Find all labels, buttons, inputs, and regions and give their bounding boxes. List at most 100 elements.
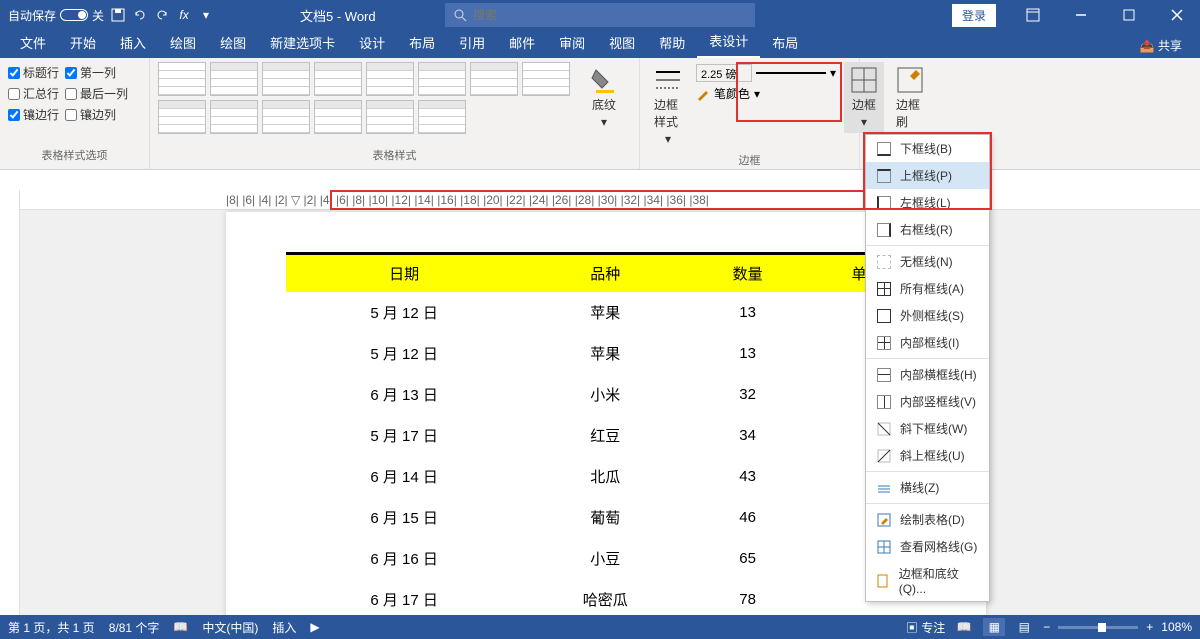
style-thumb[interactable] <box>210 100 258 134</box>
table-cell[interactable]: 78 <box>688 579 807 615</box>
style-thumb[interactable] <box>366 100 414 134</box>
table-cell[interactable]: 6 月 14 日 <box>286 456 522 497</box>
tab-draw2[interactable]: 绘图 <box>208 27 258 58</box>
table-cell[interactable]: 5 月 12 日 <box>286 333 522 374</box>
zoom-slider[interactable] <box>1058 626 1138 629</box>
tab-review[interactable]: 审阅 <box>547 27 597 58</box>
chk-first-col[interactable]: 第一列 <box>65 64 128 81</box>
style-thumb[interactable] <box>158 100 206 134</box>
th-qty[interactable]: 数量 <box>688 254 807 293</box>
ribbon-display-icon[interactable] <box>1010 0 1056 30</box>
table-row[interactable]: 5 月 12 日苹果13 <box>286 333 926 374</box>
table-cell[interactable]: 34 <box>688 415 807 456</box>
style-thumb[interactable] <box>418 62 466 96</box>
table-row[interactable]: 6 月 13 日小米32 <box>286 374 926 415</box>
dd-inside-v[interactable]: 内部竖框线(V) <box>866 388 989 415</box>
table-cell[interactable]: 6 月 13 日 <box>286 374 522 415</box>
style-thumb[interactable] <box>158 62 206 96</box>
dd-all-borders[interactable]: 所有框线(A) <box>866 275 989 302</box>
dd-right-border[interactable]: 右框线(R) <box>866 216 989 243</box>
tab-draw1[interactable]: 绘图 <box>158 27 208 58</box>
table-cell[interactable]: 小米 <box>522 374 688 415</box>
table-cell[interactable]: 32 <box>688 374 807 415</box>
table-row[interactable]: 6 月 17 日哈密瓜78 <box>286 579 926 615</box>
table-cell[interactable]: 北瓜 <box>522 456 688 497</box>
table-cell[interactable]: 43 <box>688 456 807 497</box>
tab-file[interactable]: 文件 <box>8 27 58 58</box>
style-thumb[interactable] <box>418 100 466 134</box>
data-table[interactable]: 日期 品种 数量 单价 5 月 12 日苹果135 月 12 日苹果136 月 … <box>286 252 926 615</box>
maximize-icon[interactable] <box>1106 0 1152 30</box>
dd-no-border[interactable]: 无框线(N) <box>866 248 989 275</box>
dd-draw-table[interactable]: 绘制表格(D) <box>866 506 989 533</box>
dd-left-border[interactable]: 左框线(L) <box>866 189 989 216</box>
style-thumb[interactable] <box>210 62 258 96</box>
table-cell[interactable]: 13 <box>688 333 807 374</box>
close-icon[interactable] <box>1154 0 1200 30</box>
focus-mode[interactable]: ▣ 专注 <box>906 619 945 636</box>
tab-ref[interactable]: 引用 <box>447 27 497 58</box>
dd-bottom-border[interactable]: 下框线(B) <box>866 135 989 162</box>
table-cell[interactable]: 6 月 15 日 <box>286 497 522 538</box>
status-macro-icon[interactable]: ▶ <box>310 620 319 634</box>
tab-home[interactable]: 开始 <box>58 27 108 58</box>
status-words[interactable]: 8/81 个字 <box>109 619 160 636</box>
minimize-icon[interactable] <box>1058 0 1104 30</box>
view-read-icon[interactable]: 📖 <box>953 618 975 636</box>
view-print-icon[interactable]: ▦ <box>983 618 1005 636</box>
tab-table-design[interactable]: 表设计 <box>697 25 760 58</box>
chk-banded-row[interactable]: 镶边行 <box>8 106 59 123</box>
style-thumb[interactable] <box>262 100 310 134</box>
dd-outside-borders[interactable]: 外侧框线(S) <box>866 302 989 329</box>
table-cell[interactable]: 6 月 16 日 <box>286 538 522 579</box>
style-thumb[interactable] <box>366 62 414 96</box>
dd-borders-dialog[interactable]: 边框和底纹(Q)... <box>866 560 989 601</box>
table-cell[interactable]: 13 <box>688 292 807 333</box>
dd-diag-up[interactable]: 斜上框线(U) <box>866 442 989 469</box>
style-thumb[interactable] <box>314 100 362 134</box>
table-row[interactable]: 6 月 16 日小豆65 <box>286 538 926 579</box>
redo-icon[interactable] <box>154 7 170 23</box>
zoom-out-icon[interactable]: − <box>1043 620 1050 634</box>
status-mode[interactable]: 插入 <box>272 619 296 636</box>
tab-table-layout[interactable]: 布局 <box>760 27 810 58</box>
border-style-button[interactable]: 边框样式▾ <box>648 62 688 150</box>
zoom-in-icon[interactable]: + <box>1146 620 1153 634</box>
border-painter-button[interactable]: 边框刷 <box>890 62 930 134</box>
view-web-icon[interactable]: ▤ <box>1013 618 1035 636</box>
dd-inside-h[interactable]: 内部横框线(H) <box>866 361 989 388</box>
dd-diag-down[interactable]: 斜下框线(W) <box>866 415 989 442</box>
share-button[interactable]: 📤 共享 <box>1132 33 1190 58</box>
zoom-level[interactable]: 108% <box>1161 620 1192 634</box>
dd-top-border[interactable]: 上框线(P) <box>866 162 989 189</box>
border-weight[interactable]: 2.25 磅 ▾ <box>696 64 836 82</box>
login-button[interactable]: 登录 <box>952 4 996 27</box>
chk-banded-col[interactable]: 镶边列 <box>65 106 128 123</box>
tab-insert[interactable]: 插入 <box>108 27 158 58</box>
style-thumb[interactable] <box>314 62 362 96</box>
search-box[interactable] <box>445 3 755 27</box>
pen-color-button[interactable]: 笔颜色▾ <box>696 85 836 102</box>
save-icon[interactable] <box>110 7 126 23</box>
search-input[interactable] <box>473 8 747 22</box>
chk-total-row[interactable]: 汇总行 <box>8 85 59 102</box>
status-lang[interactable]: 中文(中国) <box>202 619 258 636</box>
autosave-toggle[interactable]: 自动保存 关 <box>8 7 104 24</box>
table-cell[interactable]: 哈密瓜 <box>522 579 688 615</box>
tab-layout[interactable]: 布局 <box>397 27 447 58</box>
status-proofing-icon[interactable]: 📖 <box>173 620 188 634</box>
table-cell[interactable]: 红豆 <box>522 415 688 456</box>
fx-icon[interactable]: fx <box>176 7 192 23</box>
table-styles-gallery[interactable] <box>158 62 578 134</box>
table-row[interactable]: 5 月 12 日苹果13 <box>286 292 926 333</box>
shading-button[interactable]: 底纹▾ <box>584 62 624 133</box>
dd-hline[interactable]: 横线(Z) <box>866 474 989 501</box>
tab-mail[interactable]: 邮件 <box>497 27 547 58</box>
tab-help[interactable]: 帮助 <box>647 27 697 58</box>
style-thumb[interactable] <box>262 62 310 96</box>
table-cell[interactable]: 葡萄 <box>522 497 688 538</box>
status-page[interactable]: 第 1 页，共 1 页 <box>8 619 95 636</box>
table-cell[interactable]: 5 月 12 日 <box>286 292 522 333</box>
qat-dropdown-icon[interactable]: ▾ <box>198 7 214 23</box>
tab-design[interactable]: 设计 <box>347 27 397 58</box>
